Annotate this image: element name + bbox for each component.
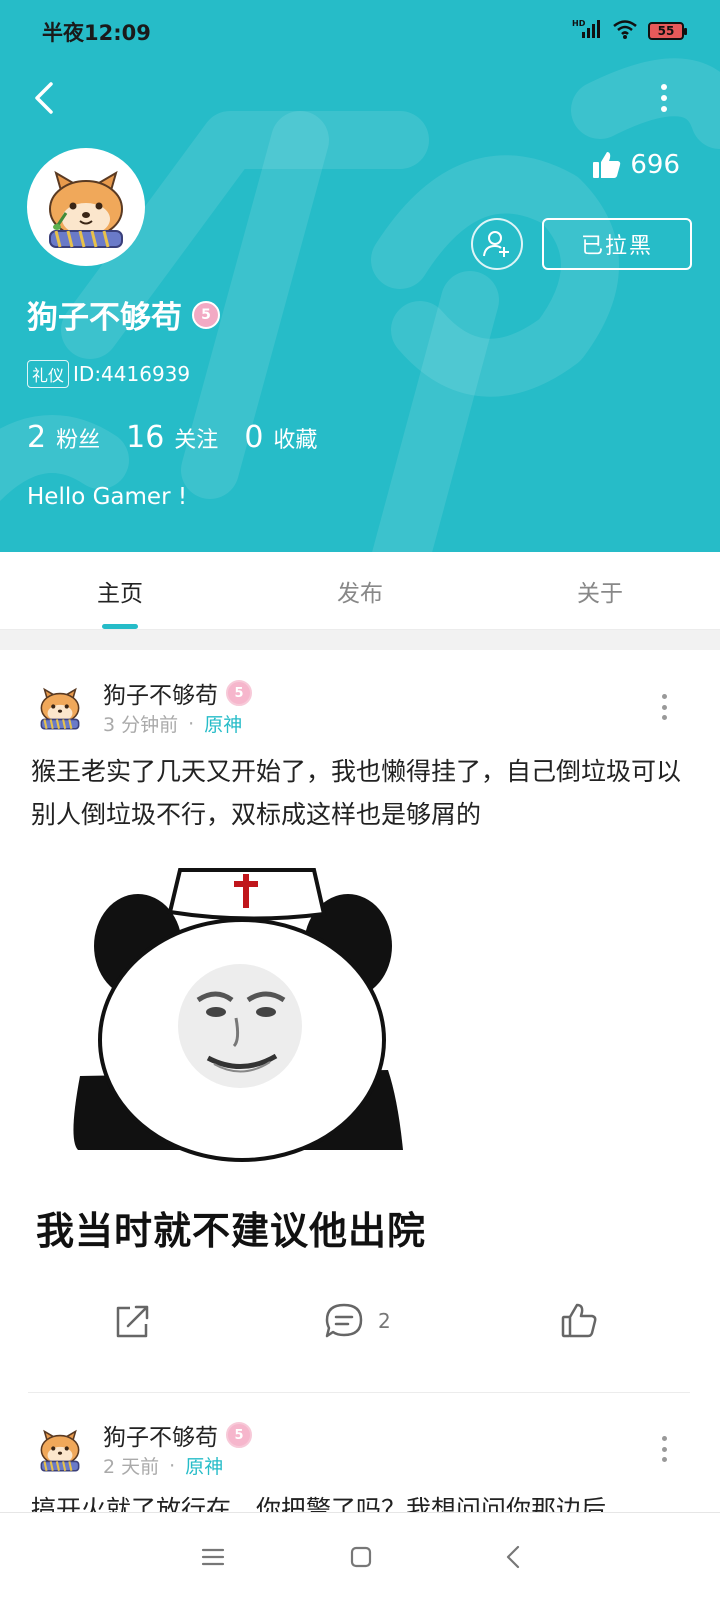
stat-favorites[interactable]: 0 收藏 bbox=[244, 420, 317, 455]
stat-label: 粉丝 bbox=[56, 428, 101, 453]
wifi-icon bbox=[612, 18, 638, 44]
post-text[interactable]: 猴王老实了几天又开始了，我也懒得挂了，自己倒垃圾可以别人倒垃圾不行，双标成这样也… bbox=[31, 750, 691, 836]
blocked-button[interactable]: 已拉黑 bbox=[542, 218, 692, 270]
tab-label: 关于 bbox=[577, 580, 623, 607]
level-badge: 5 bbox=[192, 300, 220, 329]
meta-separator: · bbox=[169, 1454, 176, 1477]
add-friend-button[interactable] bbox=[471, 218, 523, 270]
stat-following[interactable]: 16 关注 bbox=[126, 420, 218, 455]
meta-separator: · bbox=[188, 712, 195, 735]
shiba-avatar-image bbox=[31, 1420, 89, 1478]
post-text[interactable]: 搞开火就了放行在，你把警了吗？我想问问你那边后 bbox=[31, 1488, 691, 1512]
battery-icon: 55 bbox=[648, 22, 687, 40]
profile-stats: 2 粉丝 16 关注 0 收藏 bbox=[27, 420, 317, 455]
menu-icon bbox=[201, 1548, 225, 1566]
comment-count: 2 bbox=[378, 1309, 391, 1333]
section-divider bbox=[0, 630, 720, 650]
post-author[interactable]: 狗子不够苟 5 bbox=[103, 1418, 252, 1452]
post-time: 2 天前 bbox=[103, 1456, 160, 1478]
battery-level: 55 bbox=[657, 24, 675, 38]
like-icon bbox=[561, 1303, 597, 1338]
likes-count: 696 bbox=[630, 150, 680, 180]
post-time: 3 分钟前 bbox=[103, 714, 179, 736]
more-icon bbox=[662, 694, 667, 699]
stat-label: 关注 bbox=[174, 428, 219, 453]
likes-counter: 696 bbox=[592, 150, 680, 180]
user-tag[interactable]: 礼仪 bbox=[27, 360, 70, 388]
post-actions: 2 bbox=[0, 1290, 720, 1352]
share-icon bbox=[116, 1305, 149, 1338]
post-author[interactable]: 狗子不够苟 5 bbox=[103, 676, 252, 710]
post-meta: 3 分钟前 · 原神 bbox=[103, 710, 242, 737]
add-user-icon bbox=[483, 231, 509, 257]
stat-number: 16 bbox=[126, 420, 165, 455]
system-nav-bar bbox=[0, 1512, 720, 1600]
tab-posts[interactable]: 发布 bbox=[240, 552, 480, 629]
nav-back-icon bbox=[506, 1545, 520, 1569]
post-game-tag[interactable]: 原神 bbox=[204, 710, 242, 737]
post-author-name: 狗子不够苟 bbox=[103, 1425, 218, 1451]
comment-button[interactable]: 2 bbox=[324, 1290, 391, 1352]
more-icon bbox=[662, 1436, 667, 1441]
watermark-logo bbox=[0, 58, 720, 552]
post-game-tag[interactable]: 原神 bbox=[185, 1452, 223, 1479]
home-button[interactable] bbox=[345, 1541, 377, 1573]
profile-avatar[interactable] bbox=[27, 148, 145, 266]
post-author-avatar[interactable] bbox=[31, 678, 89, 736]
like-button[interactable] bbox=[560, 1290, 598, 1352]
post-author-avatar[interactable] bbox=[31, 1420, 89, 1478]
level-badge: 5 bbox=[226, 680, 252, 706]
stat-followers[interactable]: 2 粉丝 bbox=[27, 420, 100, 455]
back-button[interactable] bbox=[26, 78, 62, 118]
meme-caption: 我当时就不建议他出院 bbox=[36, 1209, 427, 1253]
stat-label: 收藏 bbox=[273, 428, 318, 453]
profile-bio: Hello Gamer ! bbox=[27, 484, 188, 510]
stat-number: 0 bbox=[244, 420, 264, 455]
shiba-avatar-image bbox=[30, 151, 142, 263]
tab-about[interactable]: 关于 bbox=[480, 552, 720, 629]
user-id: ID:4416939 bbox=[73, 362, 191, 386]
back-icon bbox=[35, 82, 53, 114]
tab-home[interactable]: 主页 bbox=[0, 552, 240, 629]
level-badge: 5 bbox=[226, 1422, 252, 1448]
recent-apps-button[interactable] bbox=[197, 1541, 229, 1573]
post-more-button[interactable] bbox=[662, 694, 670, 720]
shiba-avatar-image bbox=[31, 678, 89, 736]
profile-username-row: 狗子不够苟 5 bbox=[27, 292, 220, 337]
tab-label: 主页 bbox=[97, 580, 143, 607]
profile-header: 半夜12:09 HD 55 696 已拉黑 狗子不够苟 5 礼仪 ID:4416… bbox=[0, 0, 720, 552]
profile-tabs: 主页 发布 关于 bbox=[0, 552, 720, 630]
profile-username: 狗子不够苟 bbox=[27, 300, 182, 336]
share-button[interactable] bbox=[114, 1290, 152, 1352]
post-author-name: 狗子不够苟 bbox=[103, 683, 218, 709]
tab-label: 发布 bbox=[337, 580, 383, 607]
tab-active-indicator bbox=[102, 624, 138, 629]
status-time: 半夜12:09 bbox=[42, 21, 151, 45]
feed-post[interactable]: 狗子不够苟 5 3 分钟前 · 原神 猴王老实了几天又开始了，我也懒得挂了，自己… bbox=[0, 650, 720, 1393]
more-button[interactable] bbox=[652, 80, 676, 116]
post-meta: 2 天前 · 原神 bbox=[103, 1452, 223, 1479]
comment-icon bbox=[325, 1303, 363, 1338]
home-icon bbox=[350, 1546, 372, 1568]
signal-icon: HD bbox=[572, 18, 602, 44]
more-icon bbox=[661, 84, 667, 90]
thumbs-up-icon bbox=[593, 152, 621, 178]
status-bar: 半夜12:09 HD 55 bbox=[0, 0, 720, 60]
stat-number: 2 bbox=[27, 420, 47, 455]
post-more-button[interactable] bbox=[662, 1436, 670, 1462]
profile-id-row: 礼仪 ID:4416939 bbox=[27, 360, 190, 388]
system-back-button[interactable] bbox=[497, 1541, 529, 1573]
status-icons: HD 55 bbox=[572, 18, 687, 44]
feed-post[interactable]: 狗子不够苟 5 2 天前 · 原神 搞开火就了放行在，你把警了吗？我想问问你那边… bbox=[0, 1392, 720, 1512]
network-type: HD bbox=[572, 19, 586, 28]
